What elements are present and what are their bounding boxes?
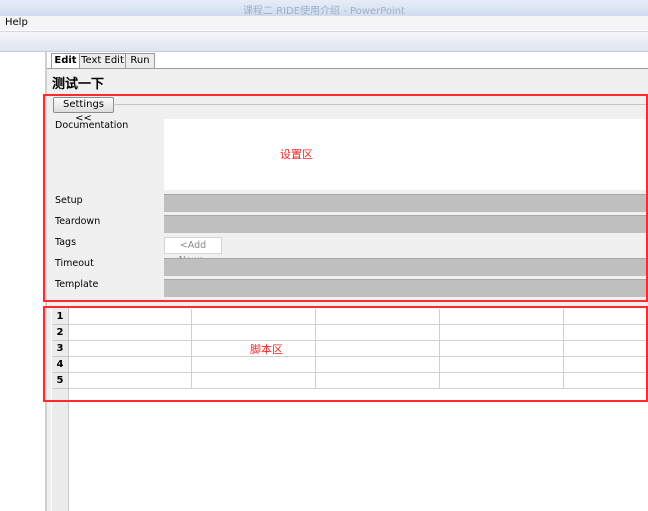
tab-text-edit[interactable]: Text Edit <box>79 53 126 68</box>
window-title: 课程二 RIDE使用介绍 - PowerPoint <box>242 6 406 17</box>
toolbar <box>0 31 648 52</box>
menu-bar: Help <box>0 16 648 30</box>
script-zone-highlight <box>43 306 648 402</box>
settings-zone-highlight <box>43 94 648 302</box>
window-titlebar: 课程二 RIDE使用介绍 - PowerPoint <box>0 0 648 17</box>
menu-help[interactable]: Help <box>5 17 28 28</box>
tree-pane[interactable] <box>0 52 45 511</box>
tab-run[interactable]: Run <box>125 53 155 68</box>
tab-edit[interactable]: Edit <box>51 53 80 69</box>
page-title: 测试一下 <box>52 77 105 92</box>
